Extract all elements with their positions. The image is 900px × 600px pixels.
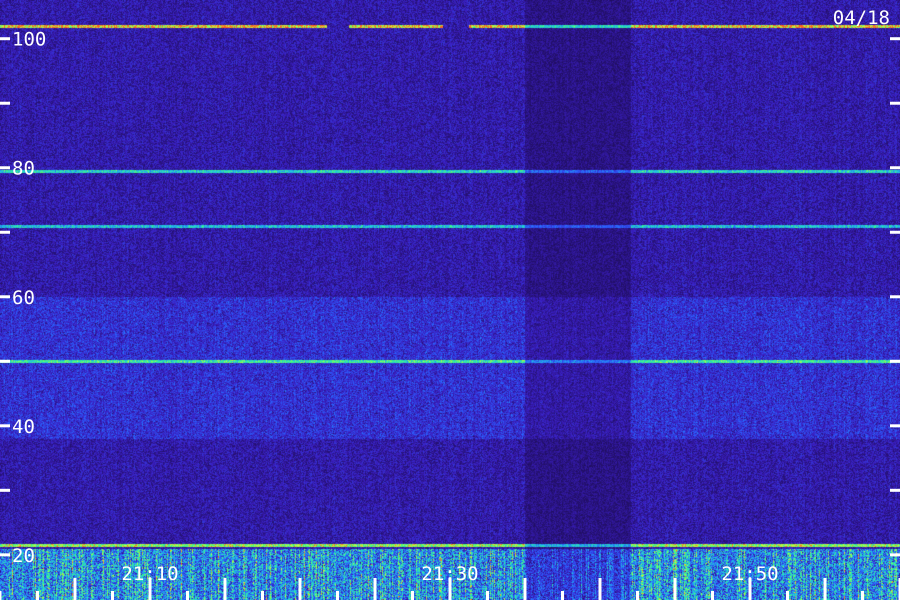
x-tick-label: 21:50: [721, 563, 778, 585]
x-axis: 21:10 21:30 21:50: [0, 563, 900, 600]
y-tick-label: 20: [12, 545, 35, 567]
y-tick-label: 60: [12, 287, 35, 309]
x-tick-label: 21:30: [421, 563, 478, 585]
y-tick-label: 80: [12, 158, 35, 180]
x-tick-label: 21:10: [121, 563, 178, 585]
y-tick-label: 40: [12, 416, 35, 438]
y-tick-label: 100: [12, 29, 46, 51]
date-label: 04/18: [833, 7, 890, 29]
y-axis: 100 80 60 40 20: [0, 29, 900, 567]
axes-overlay: 04/18 100 80 60 40 20 21:10 21:30 21:50: [0, 7, 900, 600]
